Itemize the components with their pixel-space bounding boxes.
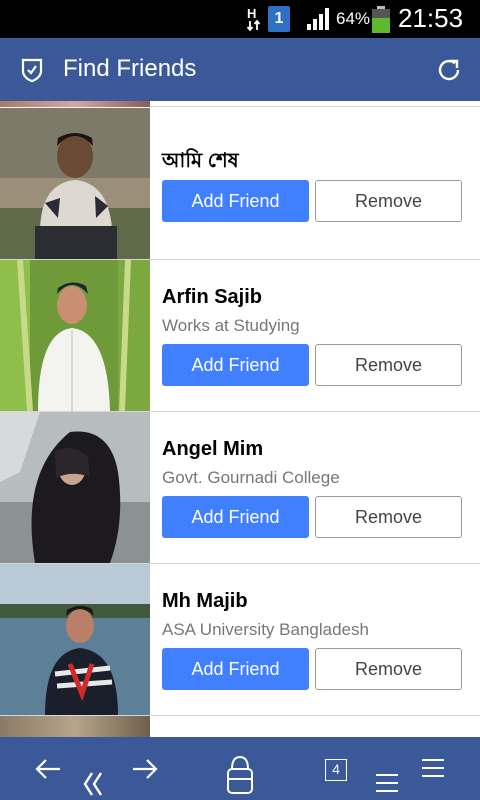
remove-button[interactable]: Remove	[315, 648, 462, 690]
sim-icon: 1	[268, 6, 290, 32]
friend-suggestion-card: Arfin Sajib Works at Studying Add Friend…	[0, 260, 480, 412]
add-friend-button[interactable]: Add Friend	[162, 648, 309, 690]
data-transfer-icon: H	[246, 6, 262, 32]
remove-button[interactable]: Remove	[315, 344, 462, 386]
friend-subtitle: ASA University Bangladesh	[162, 620, 369, 639]
svg-text:H: H	[247, 6, 256, 21]
menu-icon[interactable]	[421, 758, 445, 778]
friend-subtitle: Works at Studying	[162, 316, 300, 335]
clock: 21:53	[398, 3, 464, 33]
profile-photo[interactable]	[0, 564, 150, 715]
app-header: Find Friends	[0, 38, 480, 101]
back-arrow-icon[interactable]	[34, 757, 62, 781]
profile-photo	[0, 716, 150, 737]
add-friend-button[interactable]: Add Friend	[162, 180, 309, 222]
battery-icon	[371, 6, 391, 33]
friend-suggestion-card: আমি শেষ Add Friend Remove	[0, 108, 480, 260]
friend-suggestion-card: Mh Majib ASA University Bangladesh Add F…	[0, 564, 480, 716]
tabs-list-icon[interactable]	[375, 773, 399, 793]
page-title: Find Friends	[63, 55, 197, 82]
status-bar: H 1 64% 21:53	[0, 0, 480, 38]
friend-name[interactable]: আমি শেষ	[162, 146, 239, 179]
friend-name[interactable]: Angel Mim	[162, 438, 263, 461]
friend-subtitle: Govt. Gournadi College	[162, 468, 340, 487]
browser-bottom-nav: 4	[0, 737, 480, 800]
add-friend-button[interactable]: Add Friend	[162, 496, 309, 538]
friend-name[interactable]: Mh Majib	[162, 590, 248, 613]
shield-icon[interactable]	[20, 57, 44, 83]
friend-name[interactable]: Arfin Sajib	[162, 286, 262, 309]
profile-photo	[0, 101, 150, 107]
rewind-icon[interactable]	[82, 771, 104, 797]
profile-photo[interactable]	[0, 412, 150, 563]
list-item-partial	[0, 101, 480, 107]
list-item-partial	[0, 716, 480, 737]
refresh-icon[interactable]	[436, 57, 462, 83]
profile-photo[interactable]	[0, 260, 150, 411]
profile-photo[interactable]	[0, 108, 150, 259]
remove-button[interactable]: Remove	[315, 496, 462, 538]
tabs-icon[interactable]: 4	[325, 759, 347, 781]
add-friend-button[interactable]: Add Friend	[162, 344, 309, 386]
friend-suggestion-card: Angel Mim Govt. Gournadi College Add Fri…	[0, 412, 480, 564]
friend-suggestion-list[interactable]: আমি শেষ Add Friend Remove Arfin Sajib Wo…	[0, 101, 480, 737]
home-icon[interactable]	[226, 755, 254, 795]
remove-button[interactable]: Remove	[315, 180, 462, 222]
forward-arrow-icon[interactable]	[131, 757, 159, 781]
signal-icon	[306, 8, 332, 30]
battery-percent: 64%	[336, 9, 371, 28]
